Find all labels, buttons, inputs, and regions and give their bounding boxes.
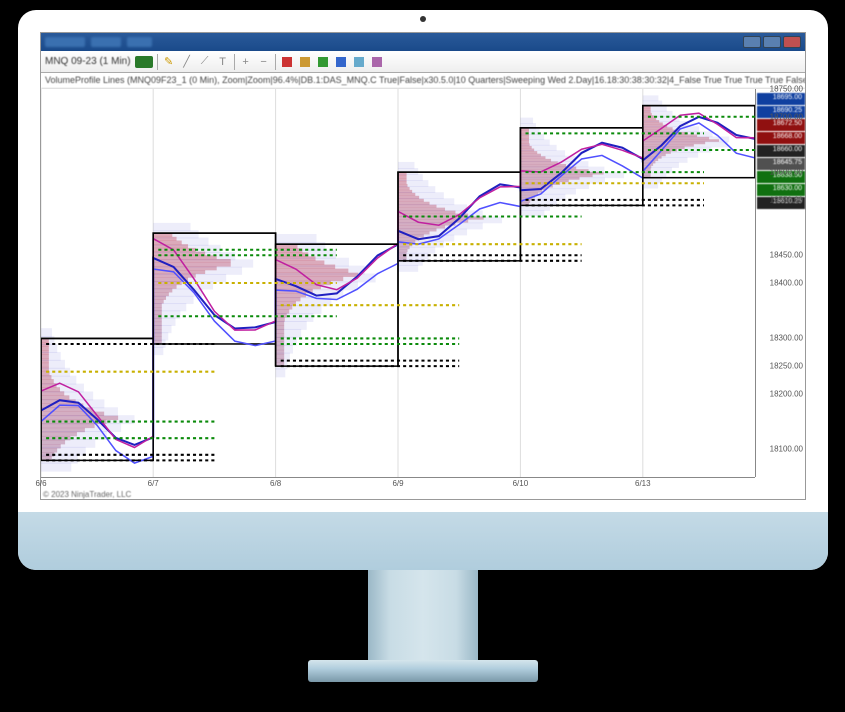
window-titlebar[interactable]: [41, 33, 805, 51]
zoom-in-icon[interactable]: +: [239, 55, 253, 69]
chart-area[interactable]: 18695.0018690.2518672.5018668.0018660.00…: [41, 89, 805, 499]
monitor-base: [308, 660, 538, 682]
minimize-button[interactable]: [743, 36, 761, 48]
price-tick: 18450.00: [770, 251, 803, 260]
time-tick: 6/8: [270, 479, 281, 488]
tool-icon[interactable]: [352, 55, 366, 69]
price-tick: 18550.00: [770, 195, 803, 204]
close-button[interactable]: [783, 36, 801, 48]
price-label: 18660.00: [757, 145, 805, 157]
toolbar: MNQ 09-23 (1 Min) ✎ ╱ ⟋ T + −: [41, 51, 805, 73]
price-label: 18695.00: [757, 93, 805, 105]
tool-icon[interactable]: [316, 55, 330, 69]
time-tick: 6/7: [148, 479, 159, 488]
time-tick: 6/13: [635, 479, 651, 488]
window-controls: [743, 36, 801, 48]
price-tick: 18250.00: [770, 362, 803, 371]
monitor-stand: [368, 570, 478, 665]
price-label-stack: 18695.0018690.2518672.5018668.0018660.00…: [757, 93, 805, 210]
tool-icon[interactable]: [280, 55, 294, 69]
maximize-button[interactable]: [763, 36, 781, 48]
instrument-label[interactable]: MNQ 09-23 (1 Min): [45, 56, 131, 67]
zoom-out-icon[interactable]: −: [257, 55, 271, 69]
line-icon[interactable]: ╱: [180, 55, 194, 69]
pencil-icon[interactable]: ✎: [162, 55, 176, 69]
time-axis[interactable]: 6/66/76/86/96/106/13: [41, 477, 755, 489]
monitor-frame: MNQ 09-23 (1 Min) ✎ ╱ ⟋ T + − VolumeProf…: [18, 10, 828, 570]
tool-icon[interactable]: [334, 55, 348, 69]
price-tick: 18600.00: [770, 168, 803, 177]
time-tick: 6/10: [513, 479, 529, 488]
time-tick: 6/6: [35, 479, 46, 488]
price-tick: 18200.00: [770, 389, 803, 398]
text-icon[interactable]: T: [216, 55, 230, 69]
monitor-chin: [18, 512, 828, 570]
status-badge[interactable]: [135, 56, 153, 68]
measure-icon[interactable]: ⟋: [198, 55, 212, 69]
price-label: 18630.00: [757, 184, 805, 196]
price-axis[interactable]: 18695.0018690.2518672.5018668.0018660.00…: [755, 89, 805, 477]
price-tick: 18750.00: [770, 85, 803, 94]
tool-icon[interactable]: [370, 55, 384, 69]
time-tick: 6/9: [392, 479, 403, 488]
tool-icon[interactable]: [298, 55, 312, 69]
copyright-text: © 2023 NinjaTrader, LLC: [43, 490, 131, 499]
price-tick: 18700.00: [770, 112, 803, 121]
camera-notch: [420, 16, 426, 22]
chart-plot: [41, 89, 755, 477]
indicator-info: VolumeProfile Lines (MNQ09F23_1 (0 Min),…: [41, 73, 805, 89]
price-label: 18668.00: [757, 132, 805, 144]
price-tick: 18300.00: [770, 334, 803, 343]
app-window: MNQ 09-23 (1 Min) ✎ ╱ ⟋ T + − VolumeProf…: [40, 32, 806, 500]
price-tick: 18100.00: [770, 445, 803, 454]
price-tick: 18400.00: [770, 279, 803, 288]
